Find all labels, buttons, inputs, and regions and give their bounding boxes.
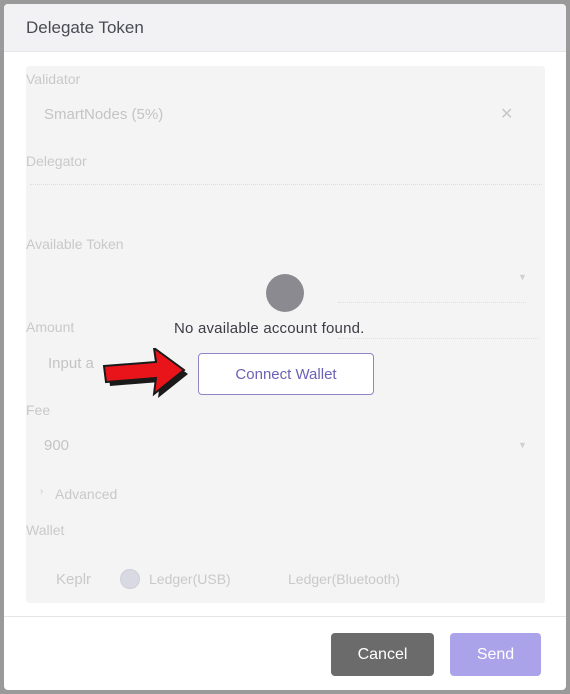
wallet-label: Wallet [26, 522, 65, 538]
delegator-field [30, 184, 542, 185]
validator-label: Validator [26, 71, 81, 87]
send-button[interactable]: Send [450, 633, 541, 676]
close-icon: ✕ [500, 106, 514, 123]
validator-value: SmartNodes (5%) [44, 106, 164, 123]
delegate-token-dialog: Delegate Token Validator SmartNodes (5%)… [4, 4, 566, 690]
chevron-down-icon: ▼ [518, 272, 527, 282]
delegator-label: Delegator [26, 153, 87, 169]
amount-field-line [338, 338, 538, 339]
wallet-option-ledger-usb: Ledger(USB) [149, 571, 231, 587]
available-token-field [338, 302, 526, 303]
chevron-right-icon: › [40, 486, 44, 497]
loading-spinner-icon [266, 274, 304, 312]
radio-ledger-usb [120, 569, 140, 589]
fee-label: Fee [26, 402, 51, 418]
no-account-message: No available account found. [174, 320, 365, 337]
available-token-label: Available Token [26, 236, 124, 252]
dialog-header: Delegate Token [4, 4, 566, 52]
footer-divider [4, 616, 566, 617]
wallet-option-keplr: Keplr [56, 571, 92, 588]
amount-label: Amount [26, 319, 75, 335]
connect-wallet-button[interactable]: Connect Wallet [198, 353, 374, 395]
dialog-title: Delegate Token [26, 18, 144, 37]
wallet-option-ledger-bluetooth: Ledger(Bluetooth) [288, 571, 401, 587]
advanced-toggle: Advanced [55, 486, 118, 502]
red-arrow-icon [102, 348, 188, 398]
fee-value: 900 [44, 437, 70, 454]
chevron-down-icon: ▼ [518, 440, 527, 450]
amount-input: Input a [48, 355, 94, 372]
cancel-button[interactable]: Cancel [331, 633, 434, 676]
